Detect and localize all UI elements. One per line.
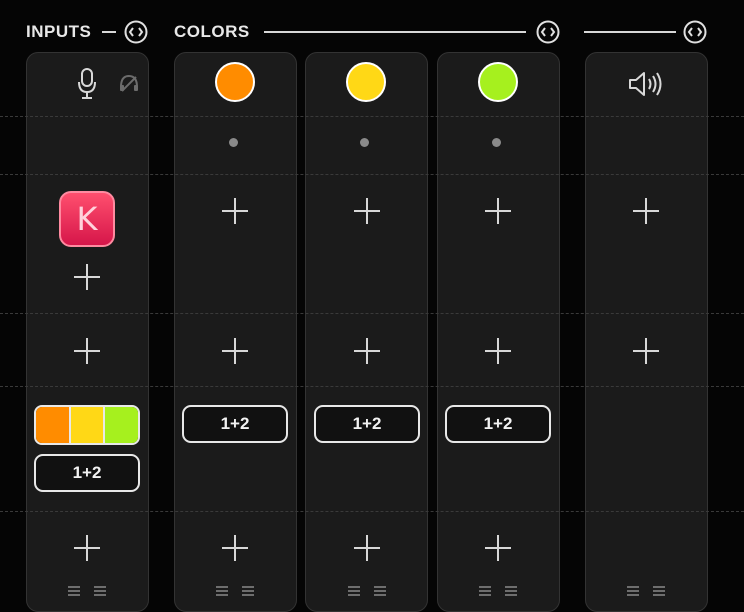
- mix-segment-green: [103, 407, 138, 443]
- add-button[interactable]: [222, 338, 248, 364]
- microphone-icon[interactable]: [77, 68, 97, 100]
- add-button[interactable]: [74, 535, 100, 561]
- mix-segment-yellow: [68, 407, 104, 443]
- headphones-icon[interactable]: [118, 73, 140, 93]
- add-button[interactable]: [633, 338, 659, 364]
- add-button[interactable]: [485, 198, 511, 224]
- route-button-yellow[interactable]: 1+2: [314, 405, 420, 443]
- output-expand-icon[interactable]: [683, 20, 707, 44]
- route-button-orange[interactable]: 1+2: [182, 405, 288, 443]
- colors-title: COLORS: [174, 22, 250, 41]
- instrument-badge-letter: K: [76, 200, 98, 238]
- level-dot: [492, 138, 501, 147]
- add-button[interactable]: [354, 198, 380, 224]
- level-dot: [360, 138, 369, 147]
- inputs-header: INPUTS: [0, 20, 160, 44]
- row-separator: [0, 116, 744, 117]
- color-swatch-yellow[interactable]: [346, 62, 386, 102]
- add-button[interactable]: [485, 535, 511, 561]
- add-button[interactable]: [633, 198, 659, 224]
- color-strip-yellow: [305, 52, 428, 612]
- color-swatch-orange[interactable]: [215, 62, 255, 102]
- drag-handle-icon[interactable]: [348, 586, 360, 598]
- output-header-line: [584, 31, 676, 33]
- add-button[interactable]: [222, 198, 248, 224]
- colors-header: COLORS: [160, 20, 580, 44]
- row-separator: [0, 386, 744, 387]
- color-strip-orange: [174, 52, 297, 612]
- route-button-green[interactable]: 1+2: [445, 405, 551, 443]
- inputs-expand-icon[interactable]: [124, 20, 148, 44]
- mix-segment-orange: [36, 407, 69, 443]
- add-button[interactable]: [354, 338, 380, 364]
- row-separator: [0, 174, 744, 175]
- add-button[interactable]: [74, 338, 100, 364]
- speaker-icon[interactable]: [627, 70, 665, 98]
- drag-handle-icon[interactable]: [94, 586, 106, 598]
- colors-header-line: [264, 31, 526, 33]
- add-button[interactable]: [354, 535, 380, 561]
- output-header: [580, 20, 720, 44]
- inputs-header-line: [102, 31, 116, 33]
- color-mix-bar[interactable]: [34, 405, 140, 445]
- add-button[interactable]: [485, 338, 511, 364]
- inputs-strip: [26, 52, 149, 612]
- drag-handle-icon[interactable]: [479, 586, 491, 598]
- route-button-inputs[interactable]: 1+2: [34, 454, 140, 492]
- add-button[interactable]: [74, 264, 100, 290]
- drag-handle-icon[interactable]: [216, 586, 228, 598]
- color-swatch-green[interactable]: [478, 62, 518, 102]
- add-button[interactable]: [222, 535, 248, 561]
- output-strip: [585, 52, 708, 612]
- color-strip-green: [437, 52, 560, 612]
- drag-handle-icon[interactable]: [627, 586, 639, 598]
- row-separator: [0, 313, 744, 314]
- row-separator: [0, 511, 744, 512]
- drag-handle-icon[interactable]: [68, 586, 80, 598]
- inputs-title: INPUTS: [26, 22, 92, 41]
- instrument-badge[interactable]: K: [59, 191, 115, 247]
- drag-handle-icon[interactable]: [505, 586, 517, 598]
- colors-expand-icon[interactable]: [536, 20, 560, 44]
- drag-handle-icon[interactable]: [242, 586, 254, 598]
- level-dot: [229, 138, 238, 147]
- drag-handle-icon[interactable]: [653, 586, 665, 598]
- drag-handle-icon[interactable]: [374, 586, 386, 598]
